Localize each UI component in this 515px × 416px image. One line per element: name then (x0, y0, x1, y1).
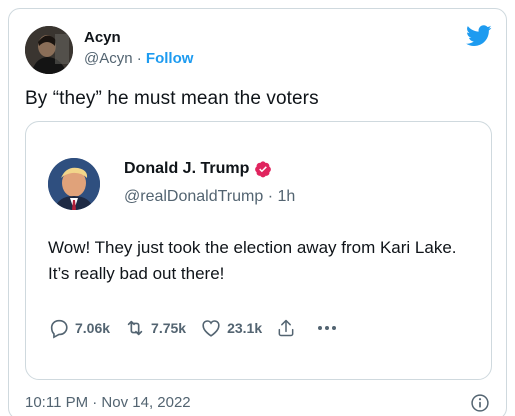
more-dot (318, 326, 323, 330)
author-handle-line: @Acyn · Follow (84, 50, 193, 67)
retweet-count: 7.75k (151, 320, 187, 336)
tweet-text: By “they” he must mean the voters (25, 88, 319, 109)
more-dot (325, 326, 330, 330)
handle-separator: · (136, 50, 142, 67)
quoted-author-handle[interactable]: @realDonaldTrump (124, 188, 263, 205)
more-dot (332, 326, 337, 330)
more-icon[interactable] (318, 326, 337, 330)
quoted-author-name-row: Donald J. Trump (124, 160, 272, 178)
reply-count: 7.06k (75, 320, 111, 336)
retweet-button[interactable]: 7.75k (124, 317, 186, 339)
quoted-author-avatar[interactable] (48, 158, 100, 210)
handle-separator: · (267, 188, 274, 205)
follow-button[interactable]: Follow (146, 50, 194, 67)
quoted-tweet-actions: 7.06k 7.75k 23.1k (48, 316, 337, 340)
like-button[interactable]: 23.1k (200, 317, 262, 339)
tweet-timestamp[interactable]: 10:11 PM · Nov 14, 2022 (25, 394, 191, 411)
heart-icon (202, 320, 220, 337)
quoted-author-handle-line: @realDonaldTrump · 1h (124, 188, 295, 206)
author-name[interactable]: Acyn (84, 29, 121, 46)
retweet-icon (127, 320, 143, 336)
embedded-tweet-card: Acyn @Acyn · Follow By “they” he must me… (8, 8, 507, 416)
share-button[interactable] (276, 317, 296, 339)
reply-button[interactable]: 7.06k (48, 317, 110, 339)
quoted-tweet[interactable]: Donald J. Trump @realDonaldTrump · 1h Wo… (25, 121, 492, 380)
author-avatar[interactable] (25, 26, 73, 74)
like-count: 23.1k (227, 320, 263, 336)
author-handle[interactable]: @Acyn (84, 50, 133, 67)
twitter-logo-icon[interactable] (466, 25, 492, 47)
quoted-tweet-time[interactable]: 1h (278, 188, 296, 205)
quoted-author-name[interactable]: Donald J. Trump (124, 160, 249, 178)
verified-badge-icon (255, 161, 272, 178)
quoted-tweet-text: Wow! They just took the election away fr… (48, 238, 457, 283)
share-icon (278, 319, 294, 337)
reply-icon (50, 319, 68, 339)
info-icon[interactable] (470, 393, 490, 413)
